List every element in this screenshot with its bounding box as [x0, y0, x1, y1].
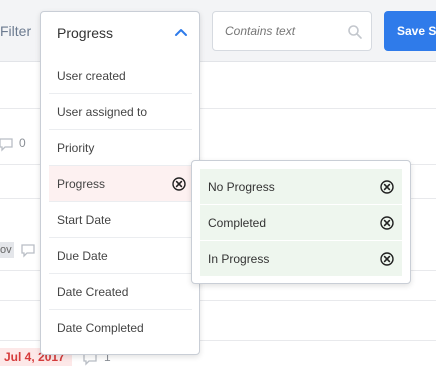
comment-icon [0, 138, 13, 152]
filter-option-label: Start Date [57, 213, 112, 227]
status-badge: ov [0, 242, 14, 258]
progress-submenu: No Progress Completed In Progress [191, 160, 411, 284]
filter-select[interactable]: Progress [41, 12, 199, 52]
progress-option-in-progress[interactable]: In Progress [200, 241, 402, 277]
filter-option-user-created[interactable]: User created [49, 58, 192, 94]
close-circle-icon[interactable] [380, 216, 394, 230]
filter-option-label: User assigned to [57, 105, 148, 119]
filter-option-label: User created [57, 69, 126, 83]
filter-option-label: Date Created [57, 285, 129, 299]
filter-option-label: Date Completed [57, 321, 144, 335]
progress-option-no-progress[interactable]: No Progress [200, 169, 402, 205]
filter-option-progress[interactable]: Progress [49, 166, 192, 202]
filter-option-label: Priority [57, 141, 95, 155]
filter-option-priority[interactable]: Priority [49, 130, 192, 166]
close-circle-icon[interactable] [172, 177, 186, 191]
progress-option-list: No Progress Completed In Progress [200, 169, 402, 277]
filter-dropdown: Progress User created User assigned to P… [40, 11, 200, 355]
search-input[interactable] [225, 24, 345, 38]
filter-option-label: Due Date [57, 249, 108, 263]
filter-select-value: Progress [57, 25, 114, 41]
filter-label: Filter [0, 23, 32, 39]
chevron-up-icon[interactable] [174, 27, 188, 37]
close-circle-icon[interactable] [380, 252, 394, 266]
filter-option-start-date[interactable]: Start Date [49, 202, 192, 238]
comment-icon [21, 244, 35, 258]
progress-option-completed[interactable]: Completed [200, 205, 402, 241]
filter-option-user-assigned-to[interactable]: User assigned to [49, 94, 192, 130]
save-button[interactable]: Save Se [384, 11, 436, 51]
filter-option-list: User created User assigned to Priority P… [49, 58, 192, 346]
search-field[interactable] [212, 11, 372, 51]
filter-option-date-created[interactable]: Date Created [49, 274, 192, 310]
search-icon [348, 25, 362, 39]
filter-option-label: Progress [57, 177, 106, 191]
filter-option-due-date[interactable]: Due Date [49, 238, 192, 274]
filter-option-date-completed[interactable]: Date Completed [49, 310, 192, 346]
close-circle-icon[interactable] [380, 180, 394, 194]
comment-count: 0 [19, 136, 26, 150]
progress-option-label: Completed [208, 216, 267, 230]
progress-option-label: In Progress [208, 252, 270, 266]
progress-option-label: No Progress [208, 180, 275, 194]
